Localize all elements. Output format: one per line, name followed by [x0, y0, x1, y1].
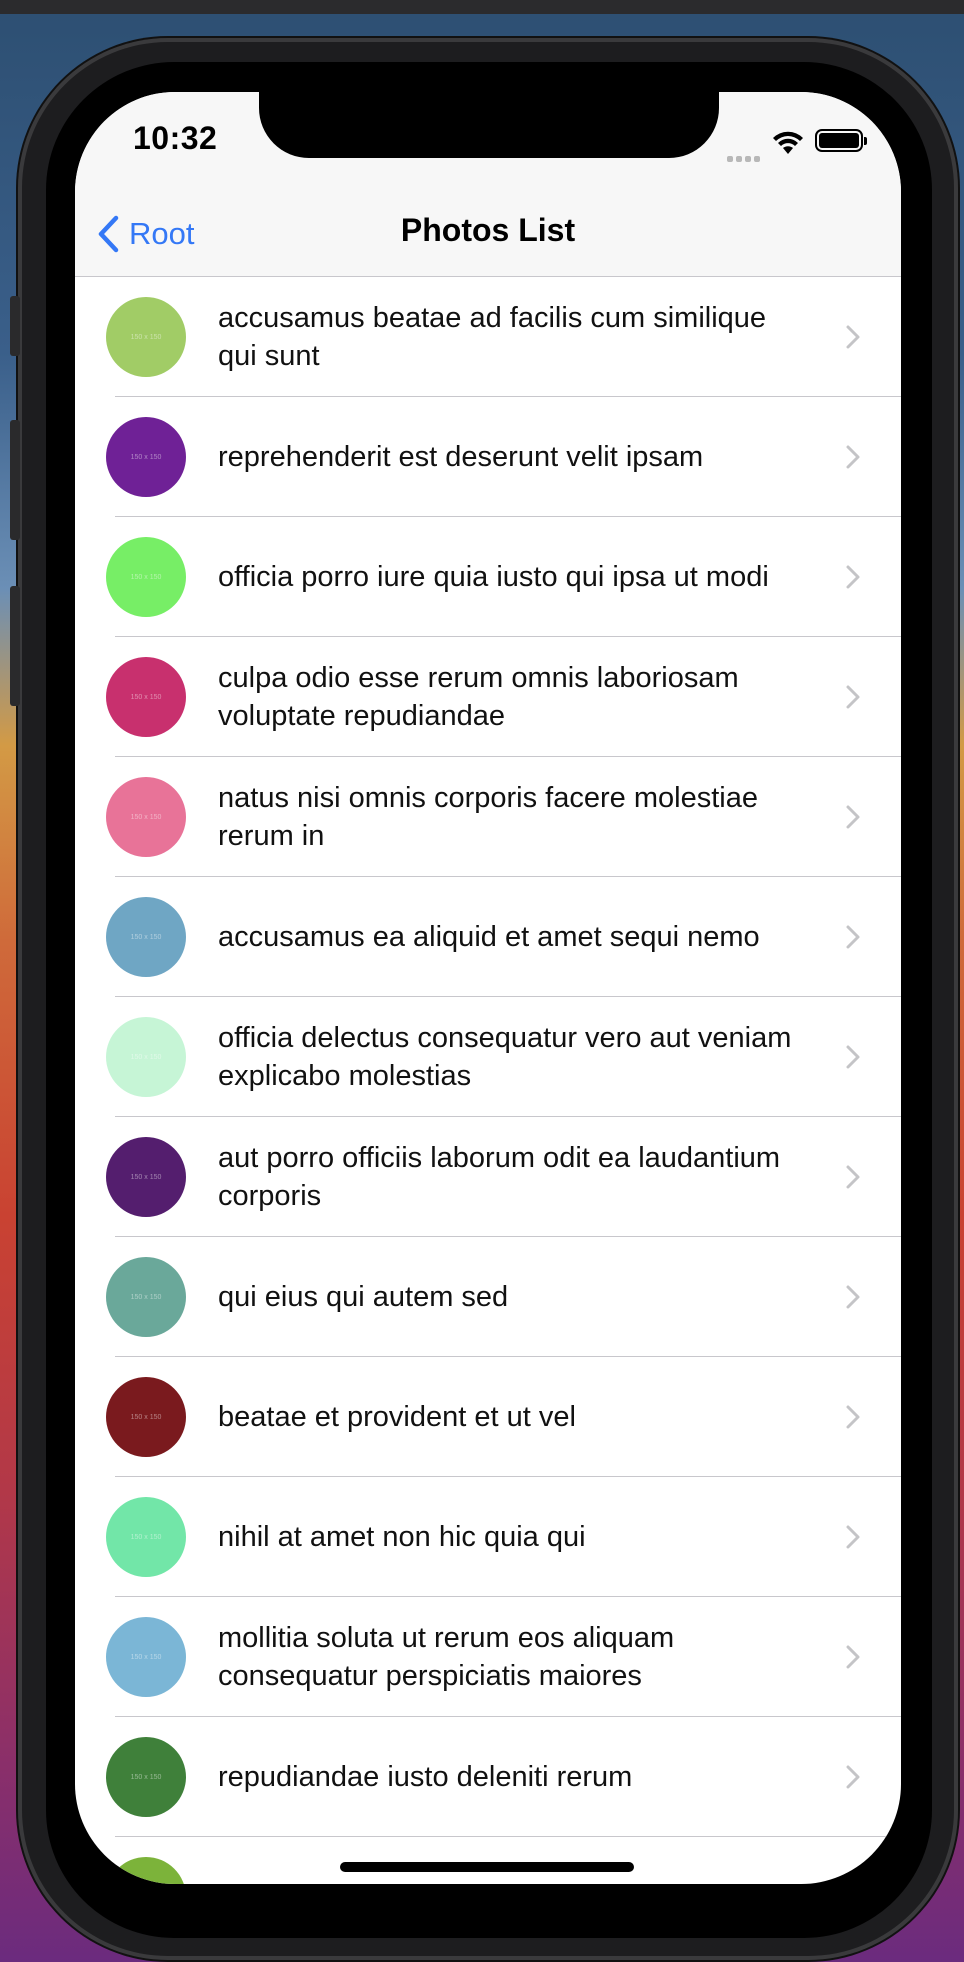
photo-thumbnail: 150 x 150: [106, 1137, 186, 1217]
list-item[interactable]: 150 x 150 qui eius qui autem sed: [75, 1237, 901, 1357]
photo-thumbnail: 150 x 150: [106, 1377, 186, 1457]
thumbnail-label: 150 x 150: [130, 1413, 162, 1421]
list-item-title: reprehenderit est deserunt velit ipsam: [218, 441, 704, 473]
side-button-volume-up: [10, 420, 20, 540]
chevron-right-icon: [846, 1405, 860, 1429]
list-item-title: accusamus beatae ad facilis cum similiqu…: [218, 302, 767, 372]
chevron-right-icon: [846, 565, 860, 589]
chevron-right-icon: [846, 805, 860, 829]
chevron-right-icon: [846, 1285, 860, 1309]
top-window-bar: [0, 0, 964, 14]
thumbnail-label: 150 x 150: [130, 333, 162, 341]
photo-thumbnail: 150 x 150: [106, 1257, 186, 1337]
list-item-title: aut porro officiis laborum odit ea lauda…: [218, 1142, 781, 1212]
list-item-title: mollitia soluta ut rerum eos aliquam con…: [218, 1622, 675, 1692]
photo-thumbnail: 150 x 150: [106, 657, 186, 737]
list-item-title: qui eius qui autem sed: [218, 1281, 509, 1313]
photo-thumbnail: 150 x 150: [106, 1497, 186, 1577]
list-item[interactable]: 150 x 150 mollitia soluta ut rerum eos al…: [75, 1597, 901, 1717]
list-item[interactable]: 150 x 150 repudiandae iusto deleniti reru…: [75, 1717, 901, 1837]
chevron-right-icon: [846, 1765, 860, 1789]
list-item[interactable]: 150 x 150 nihil at amet non hic quia qui: [75, 1477, 901, 1597]
list-item[interactable]: 150 x 150 reprehenderit est deserunt veli…: [75, 397, 901, 517]
list-item-title: officia porro iure quia iusto qui ipsa u…: [218, 561, 769, 593]
photo-thumbnail: 150 x 150: [106, 297, 186, 377]
photo-thumbnail: 150 x 150: [106, 1017, 186, 1097]
photos-list: 150 x 150 accusamus beatae ad facilis cum…: [75, 277, 901, 1884]
list-item[interactable]: [75, 1837, 901, 1884]
thumbnail-label: 150 x 150: [130, 933, 162, 941]
photo-thumbnail: [106, 1857, 186, 1884]
list-item-title: officia delectus consequatur vero aut ve…: [218, 1022, 792, 1092]
thumbnail-label: 150 x 150: [130, 1173, 162, 1181]
list-item-title: [218, 1837, 798, 1884]
thumbnail-label: 150 x 150: [130, 813, 162, 821]
list-item-title: natus nisi omnis corporis facere molesti…: [218, 782, 758, 852]
wifi-icon: [773, 131, 803, 154]
photo-thumbnail: 150 x 150: [106, 1617, 186, 1697]
page-title: Photos List: [400, 212, 576, 248]
device-notch: [259, 92, 719, 158]
list-item[interactable]: 150 x 150 beatae et provident et ut vel: [75, 1357, 901, 1477]
list-item[interactable]: 150 x 150 aut porro officiis laborum odit…: [75, 1117, 901, 1237]
list-item[interactable]: 150 x 150 officia delectus consequatur ve…: [75, 997, 901, 1117]
list-item[interactable]: 150 x 150 officia porro iure quia iusto q…: [75, 517, 901, 637]
photo-thumbnail: 150 x 150: [106, 537, 186, 617]
side-button-mute: [10, 296, 20, 356]
thumbnail-label: 150 x 150: [130, 1293, 162, 1301]
photo-thumbnail: 150 x 150: [106, 777, 186, 857]
chevron-right-icon: [846, 325, 860, 349]
list-item-title: beatae et provident et ut vel: [218, 1401, 576, 1433]
thumbnail-label: 150 x 150: [130, 1773, 162, 1781]
cellular-signal-icon: [727, 144, 763, 162]
chevron-right-icon: [846, 1045, 860, 1069]
chevron-right-icon: [846, 1645, 860, 1669]
chevron-right-icon: [846, 1525, 860, 1549]
chevron-right-icon: [846, 685, 860, 709]
thumbnail-label: 150 x 150: [130, 1533, 162, 1541]
list-item-title: accusamus ea aliquid et amet sequi nemo: [218, 921, 760, 953]
list-item[interactable]: 150 x 150 accusamus beatae ad facilis cum…: [75, 277, 901, 397]
list-item-title: repudiandae iusto deleniti rerum: [218, 1761, 633, 1793]
list-item-title: nihil at amet non hic quia qui: [218, 1521, 586, 1553]
chevron-right-icon: [846, 925, 860, 949]
side-button-volume-down: [10, 586, 20, 706]
photo-thumbnail: 150 x 150: [106, 897, 186, 977]
list-item-title: culpa odio esse rerum omnis laboriosam v…: [218, 662, 739, 732]
thumbnail-label: 150 x 150: [130, 573, 162, 581]
battery-icon: [815, 129, 867, 152]
thumbnail-label: 150 x 150: [130, 693, 162, 701]
device-screen: Root Photos List 150 x 150 accusamus beat…: [75, 92, 901, 1884]
thumbnail-label: 150 x 150: [130, 1653, 162, 1661]
list-item[interactable]: 150 x 150 culpa odio esse rerum omnis lab…: [75, 637, 901, 757]
home-indicator[interactable]: [340, 1862, 634, 1872]
list-item[interactable]: 150 x 150 natus nisi omnis corporis facer…: [75, 757, 901, 877]
status-time: 10:32: [133, 120, 218, 156]
list-item[interactable]: 150 x 150 accusamus ea aliquid et amet se…: [75, 877, 901, 997]
photo-thumbnail: 150 x 150: [106, 1737, 186, 1817]
chevron-right-icon: [846, 1165, 860, 1189]
thumbnail-label: 150 x 150: [130, 453, 162, 461]
thumbnail-label: 150 x 150: [130, 1053, 162, 1061]
chevron-right-icon: [846, 445, 860, 469]
photo-thumbnail: 150 x 150: [106, 417, 186, 497]
